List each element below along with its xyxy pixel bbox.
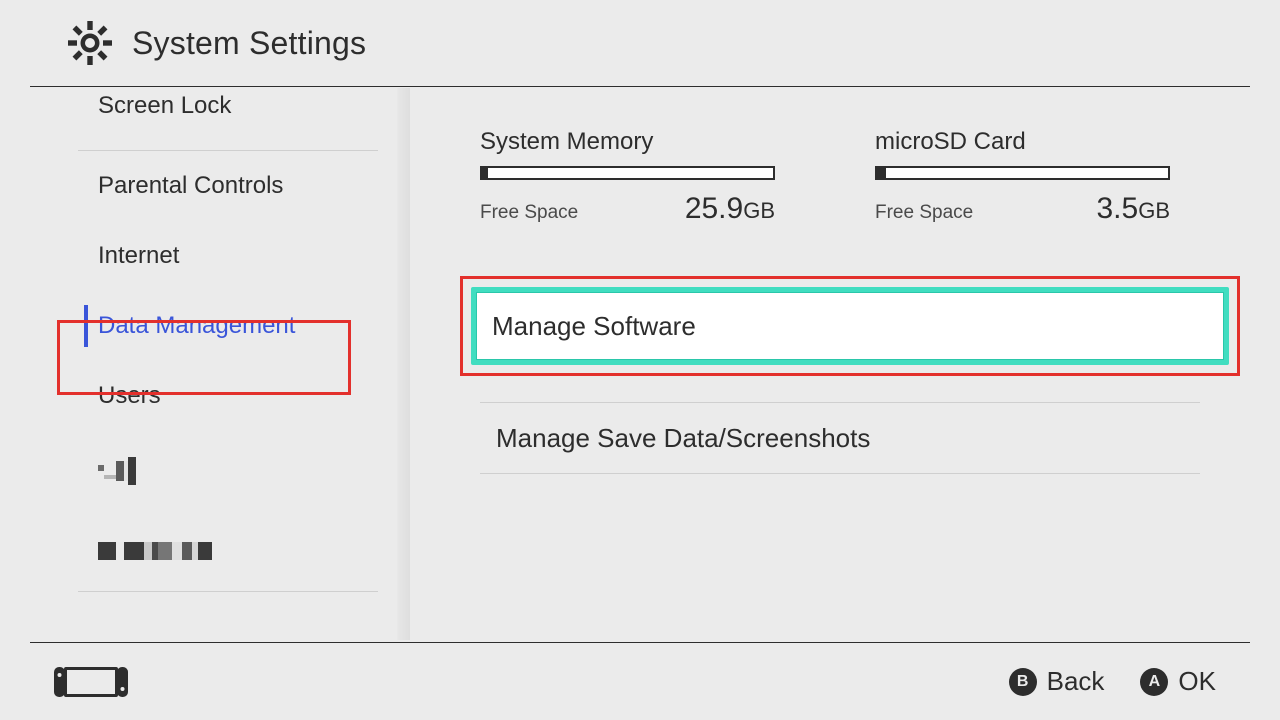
system-memory-block: System Memory Free Space 25.9GB xyxy=(480,128,775,226)
redacted-icon xyxy=(98,542,212,560)
a-button-icon: A xyxy=(1140,668,1168,696)
microsd-block: microSD Card Free Space 3.5GB xyxy=(875,128,1170,226)
sidebar-item-users[interactable]: Users xyxy=(0,361,410,431)
option-manage-save-data[interactable]: Manage Save Data/Screenshots xyxy=(480,402,1200,474)
system-memory-free-unit: GB xyxy=(743,198,775,223)
footer-bar: B Back A OK xyxy=(30,642,1250,720)
sidebar-item-obscured-1[interactable] xyxy=(0,431,410,511)
gear-icon xyxy=(68,21,112,65)
microsd-bar xyxy=(875,166,1170,180)
settings-sidebar: Screen Lock Parental Controls Internet D… xyxy=(0,88,410,640)
redacted-icon xyxy=(98,457,136,485)
annotation-highlight-option: Manage Software xyxy=(460,276,1240,376)
back-button[interactable]: B Back xyxy=(1009,666,1105,697)
microsd-free-unit: GB xyxy=(1138,198,1170,223)
sidebar-item-obscured-2[interactable] xyxy=(0,511,410,591)
storage-summary: System Memory Free Space 25.9GB microSD … xyxy=(480,128,1200,226)
main-panel: System Memory Free Space 25.9GB microSD … xyxy=(410,88,1250,640)
page-title: System Settings xyxy=(132,25,366,62)
ok-button[interactable]: A OK xyxy=(1140,666,1216,697)
b-button-icon: B xyxy=(1009,668,1037,696)
sidebar-item-parental-controls[interactable]: Parental Controls xyxy=(0,151,410,221)
sidebar-item-data-management[interactable]: Data Management xyxy=(0,291,410,361)
system-memory-bar xyxy=(480,166,775,180)
option-manage-software[interactable]: Manage Software xyxy=(471,287,1229,365)
back-label: Back xyxy=(1047,666,1105,697)
system-memory-title: System Memory xyxy=(480,128,775,156)
system-memory-free-label: Free Space xyxy=(480,202,578,224)
system-memory-free-value: 25.9 xyxy=(685,192,743,225)
system-settings-screen: System Settings Screen Lock Parental Con… xyxy=(0,0,1280,720)
header: System Settings xyxy=(30,0,1250,87)
sidebar-separator xyxy=(78,591,378,592)
sidebar-item-internet[interactable]: Internet xyxy=(0,221,410,291)
sidebar-item-screen-lock[interactable]: Screen Lock xyxy=(0,88,410,150)
microsd-free-label: Free Space xyxy=(875,202,973,224)
microsd-free-value: 3.5 xyxy=(1096,192,1138,225)
ok-label: OK xyxy=(1178,666,1216,697)
controller-icon[interactable] xyxy=(54,665,128,699)
microsd-title: microSD Card xyxy=(875,128,1170,156)
